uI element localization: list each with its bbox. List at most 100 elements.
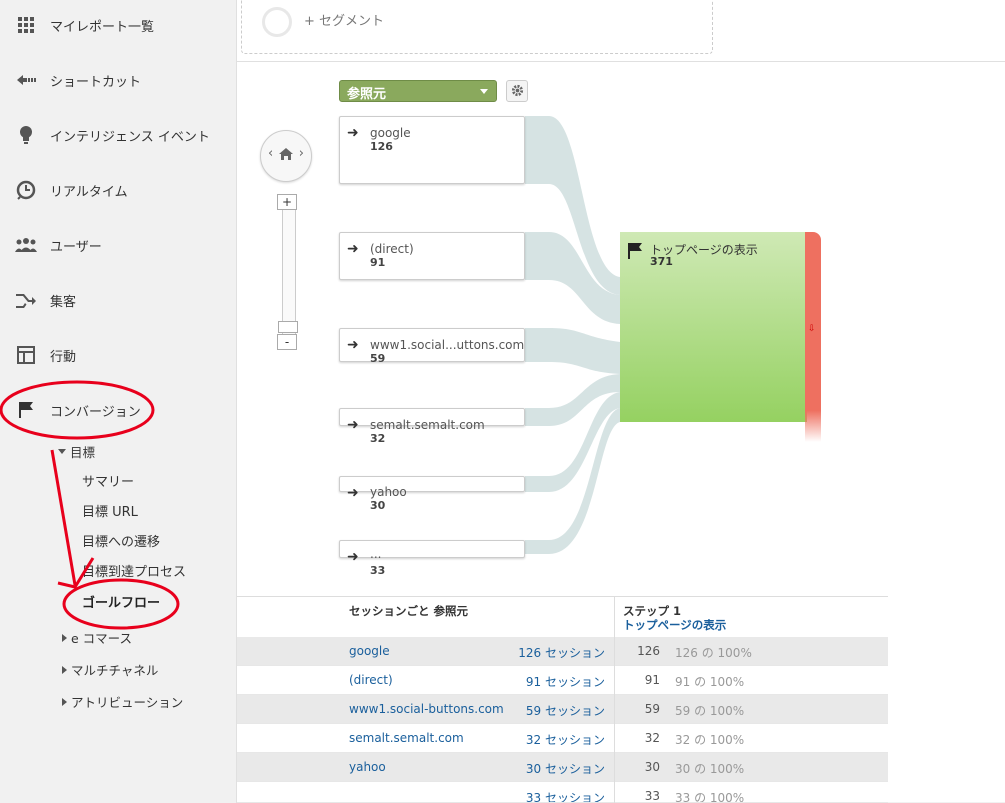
zoom-slider-track[interactable] — [282, 202, 296, 339]
source-node[interactable]: ➜ (direct) 91 — [339, 232, 525, 280]
lightbulb-icon — [14, 123, 38, 147]
multichannel-group[interactable]: マルチチャネル — [62, 660, 158, 679]
row-count: 91 — [644, 673, 660, 687]
pan-right-icon[interactable]: › — [299, 146, 304, 161]
row-sessions[interactable]: 91 セッション — [526, 673, 605, 690]
source-node[interactable]: ➜ ... 33 — [339, 540, 525, 577]
table-row: 33 セッション 33 33 の 100% — [237, 782, 888, 803]
nav-acquisition[interactable]: 集客 — [0, 280, 236, 320]
segment-circle-icon — [262, 7, 292, 37]
segment-bar: + セグメント — [237, 0, 1005, 62]
expand-right-icon — [62, 633, 67, 642]
dimension-dropdown[interactable]: 参照元 — [339, 80, 497, 102]
nav-my-reports[interactable]: マイレポート一覧 — [0, 5, 236, 45]
source-value: 33 — [370, 564, 386, 577]
dimension-label: 参照元 — [347, 87, 387, 102]
gear-icon — [511, 82, 524, 101]
zoom-in-button[interactable]: + — [277, 194, 297, 210]
settings-button[interactable] — [506, 80, 528, 102]
nav-label: ショートカット — [50, 74, 142, 90]
source-node[interactable]: ➜ semalt.semalt.com 32 — [339, 408, 525, 445]
nav-shortcuts[interactable]: ショートカット — [0, 60, 236, 100]
source-node[interactable]: ➜ yahoo 30 — [339, 476, 525, 512]
pan-left-icon[interactable]: ‹ — [268, 146, 273, 161]
expand-right-icon — [62, 697, 67, 706]
row-sessions[interactable]: 32 セッション — [526, 731, 605, 748]
row-percent: 59 の 100% — [675, 704, 745, 718]
attribution-label: アトリビューション — [71, 695, 184, 710]
nav-label: 行動 — [50, 349, 77, 365]
zoom-out-button[interactable]: - — [277, 334, 297, 350]
source-name: (direct) — [370, 242, 414, 256]
goals-reverse-path[interactable]: 目標への遷移 — [82, 531, 160, 550]
nav-label: 集客 — [50, 294, 77, 310]
nav-behavior[interactable]: 行動 — [0, 335, 236, 375]
add-segment-box[interactable]: + セグメント — [241, 0, 713, 54]
source-name: google — [370, 126, 411, 140]
source-value: 91 — [370, 256, 386, 269]
behavior-layout-icon — [14, 343, 38, 367]
flag-icon — [627, 242, 643, 264]
nav-conversions[interactable]: コンバージョン — [0, 390, 236, 430]
row-count: 126 — [637, 644, 660, 658]
goals-funnel[interactable]: 目標到達プロセス — [82, 561, 186, 580]
source-value: 126 — [370, 140, 393, 153]
entrance-arrow-icon: ➜ — [347, 337, 359, 353]
goal-value: 371 — [650, 255, 673, 268]
row-count: 32 — [644, 731, 660, 745]
caret-down-icon — [480, 89, 488, 94]
nav-intelligence-events[interactable]: インテリジェンス イベント — [0, 115, 236, 155]
goal-step-node[interactable]: トップページの表示 371 — [620, 232, 807, 422]
col-header-step-name[interactable]: トップページの表示 — [623, 617, 726, 633]
expand-down-icon — [58, 449, 66, 454]
nav-users[interactable]: ユーザー — [0, 225, 236, 265]
source-name: semalt.semalt.com — [370, 418, 485, 432]
row-sessions[interactable]: 30 セッション — [526, 760, 605, 777]
row-source[interactable]: (direct) — [349, 673, 393, 687]
row-sessions[interactable]: 59 セッション — [526, 702, 605, 719]
row-sessions[interactable]: 126 セッション — [518, 644, 605, 661]
nav-label: コンバージョン — [50, 404, 141, 420]
entrance-arrow-icon: ➜ — [347, 549, 359, 565]
source-node[interactable]: ➜ google 126 — [339, 116, 525, 184]
row-sessions[interactable]: 33 セッション — [526, 789, 605, 802]
row-count: 33 — [644, 789, 660, 803]
source-value: 32 — [370, 432, 386, 445]
row-source[interactable]: google — [349, 644, 390, 658]
table-row: semalt.semalt.com 32 セッション 32 32 の 100% — [237, 724, 888, 753]
column-divider — [614, 597, 615, 803]
goals-overview[interactable]: サマリー — [82, 471, 134, 490]
shortcut-arrow-icon — [14, 68, 38, 92]
flow-data-table: セッションごと 参照元 ステップ 1 トップページの表示 google 126 … — [237, 596, 888, 803]
row-percent: 30 の 100% — [675, 762, 745, 776]
drop-off-bar[interactable]: ⇩ — [805, 232, 821, 442]
table-row: (direct) 91 セッション 91 91 の 100% — [237, 666, 888, 695]
entrance-arrow-icon: ➜ — [347, 241, 359, 257]
table-row: yahoo 30 セッション 30 30 の 100% — [237, 753, 888, 782]
source-value: 59 — [370, 352, 386, 365]
left-navigation: マイレポート一覧 ショートカット インテリジェンス イベント リアルタイム ユー… — [0, 0, 237, 803]
row-count: 59 — [644, 702, 660, 716]
entrance-arrow-icon: ➜ — [347, 417, 359, 433]
nav-realtime[interactable]: リアルタイム — [0, 170, 236, 210]
goals-group[interactable]: 目標 — [58, 442, 95, 461]
row-source[interactable]: semalt.semalt.com — [349, 731, 464, 745]
nav-label: ユーザー — [50, 239, 102, 255]
row-source[interactable]: yahoo — [349, 760, 386, 774]
zoom-slider-thumb[interactable] — [278, 321, 298, 333]
source-value: 30 — [370, 499, 386, 512]
source-name: www1.social...uttons.com — [370, 338, 525, 352]
ecommerce-label: e コマース — [71, 631, 133, 646]
row-source[interactable]: www1.social-buttons.com — [349, 702, 504, 716]
source-node[interactable]: ➜ www1.social...uttons.com 59 — [339, 328, 525, 365]
ecommerce-group[interactable]: e コマース — [62, 628, 132, 647]
flag-icon — [14, 398, 38, 422]
goals-url[interactable]: 目標 URL — [82, 501, 138, 520]
pan-control: ‹ › — [260, 130, 312, 182]
home-icon[interactable] — [278, 146, 294, 165]
row-percent: 32 の 100% — [675, 733, 745, 747]
entrance-arrow-icon: ➜ — [347, 485, 359, 501]
goals-flow[interactable]: ゴールフロー — [82, 592, 160, 611]
attribution-group[interactable]: アトリビューション — [62, 692, 183, 711]
row-count: 30 — [644, 760, 660, 774]
